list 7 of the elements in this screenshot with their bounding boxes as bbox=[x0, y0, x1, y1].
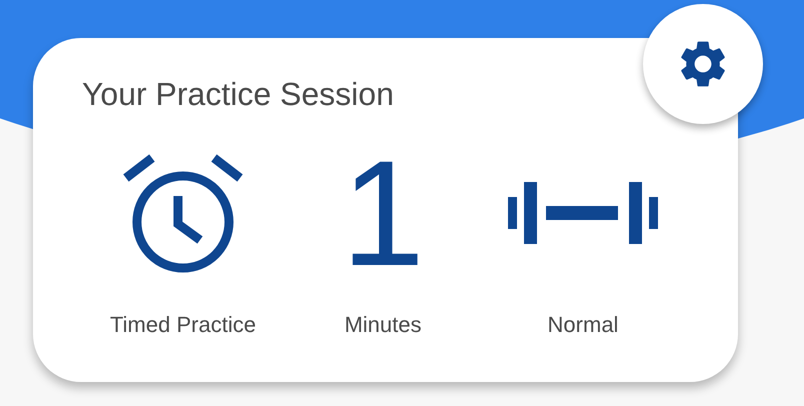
card-title: Your Practice Session bbox=[82, 75, 394, 114]
minutes-value: 1 bbox=[341, 138, 425, 288]
item-label: Timed Practice bbox=[110, 311, 256, 339]
alarm-clock-icon bbox=[122, 152, 244, 274]
item-label: Minutes bbox=[344, 311, 422, 339]
dumbbell-icon bbox=[508, 182, 658, 244]
item-label: Normal bbox=[548, 311, 618, 339]
